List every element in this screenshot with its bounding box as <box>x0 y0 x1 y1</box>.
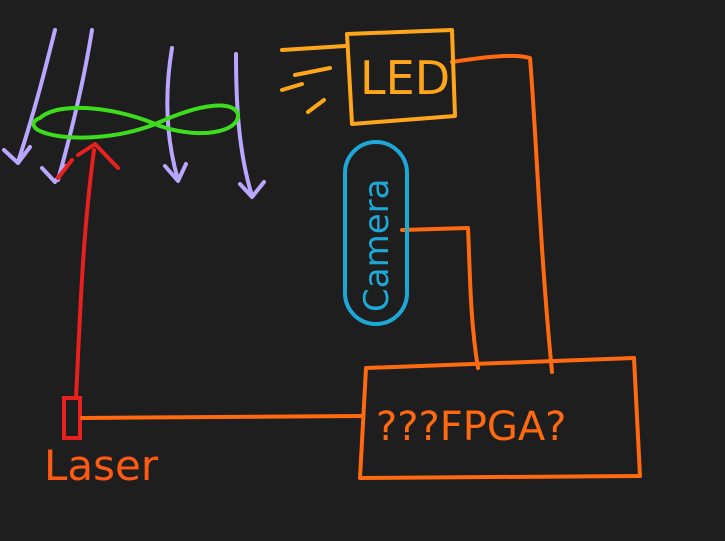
fpga-label: ???FPGA? <box>376 404 566 450</box>
propeller-icon <box>31 103 240 140</box>
airflow-arrow-icon <box>234 52 266 199</box>
led-light-rays <box>280 44 347 114</box>
laser-label: Laser <box>44 441 159 490</box>
diagram-canvas: LED Camera ???FPGA? Laser <box>2 28 642 490</box>
laser-emitter-icon <box>62 396 82 440</box>
fpga-box: ???FPGA? <box>358 356 642 480</box>
led-label: LED <box>360 51 450 105</box>
airflow-arrow-icon <box>2 28 57 165</box>
led-box: LED <box>345 28 457 126</box>
camera-box: Camera <box>343 140 409 326</box>
camera-label: Camera <box>357 179 397 312</box>
laser-beam <box>56 142 120 400</box>
